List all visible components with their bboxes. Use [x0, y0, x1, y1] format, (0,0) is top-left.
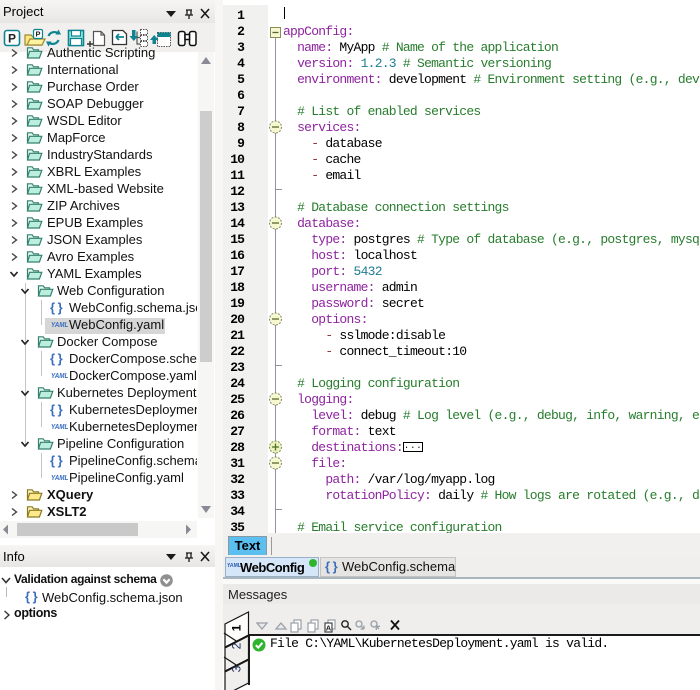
svg-text:A: A — [326, 624, 332, 633]
svg-text:3: 3 — [230, 665, 244, 672]
svg-text:2: 2 — [230, 642, 244, 649]
svg-text:1: 1 — [230, 624, 244, 631]
